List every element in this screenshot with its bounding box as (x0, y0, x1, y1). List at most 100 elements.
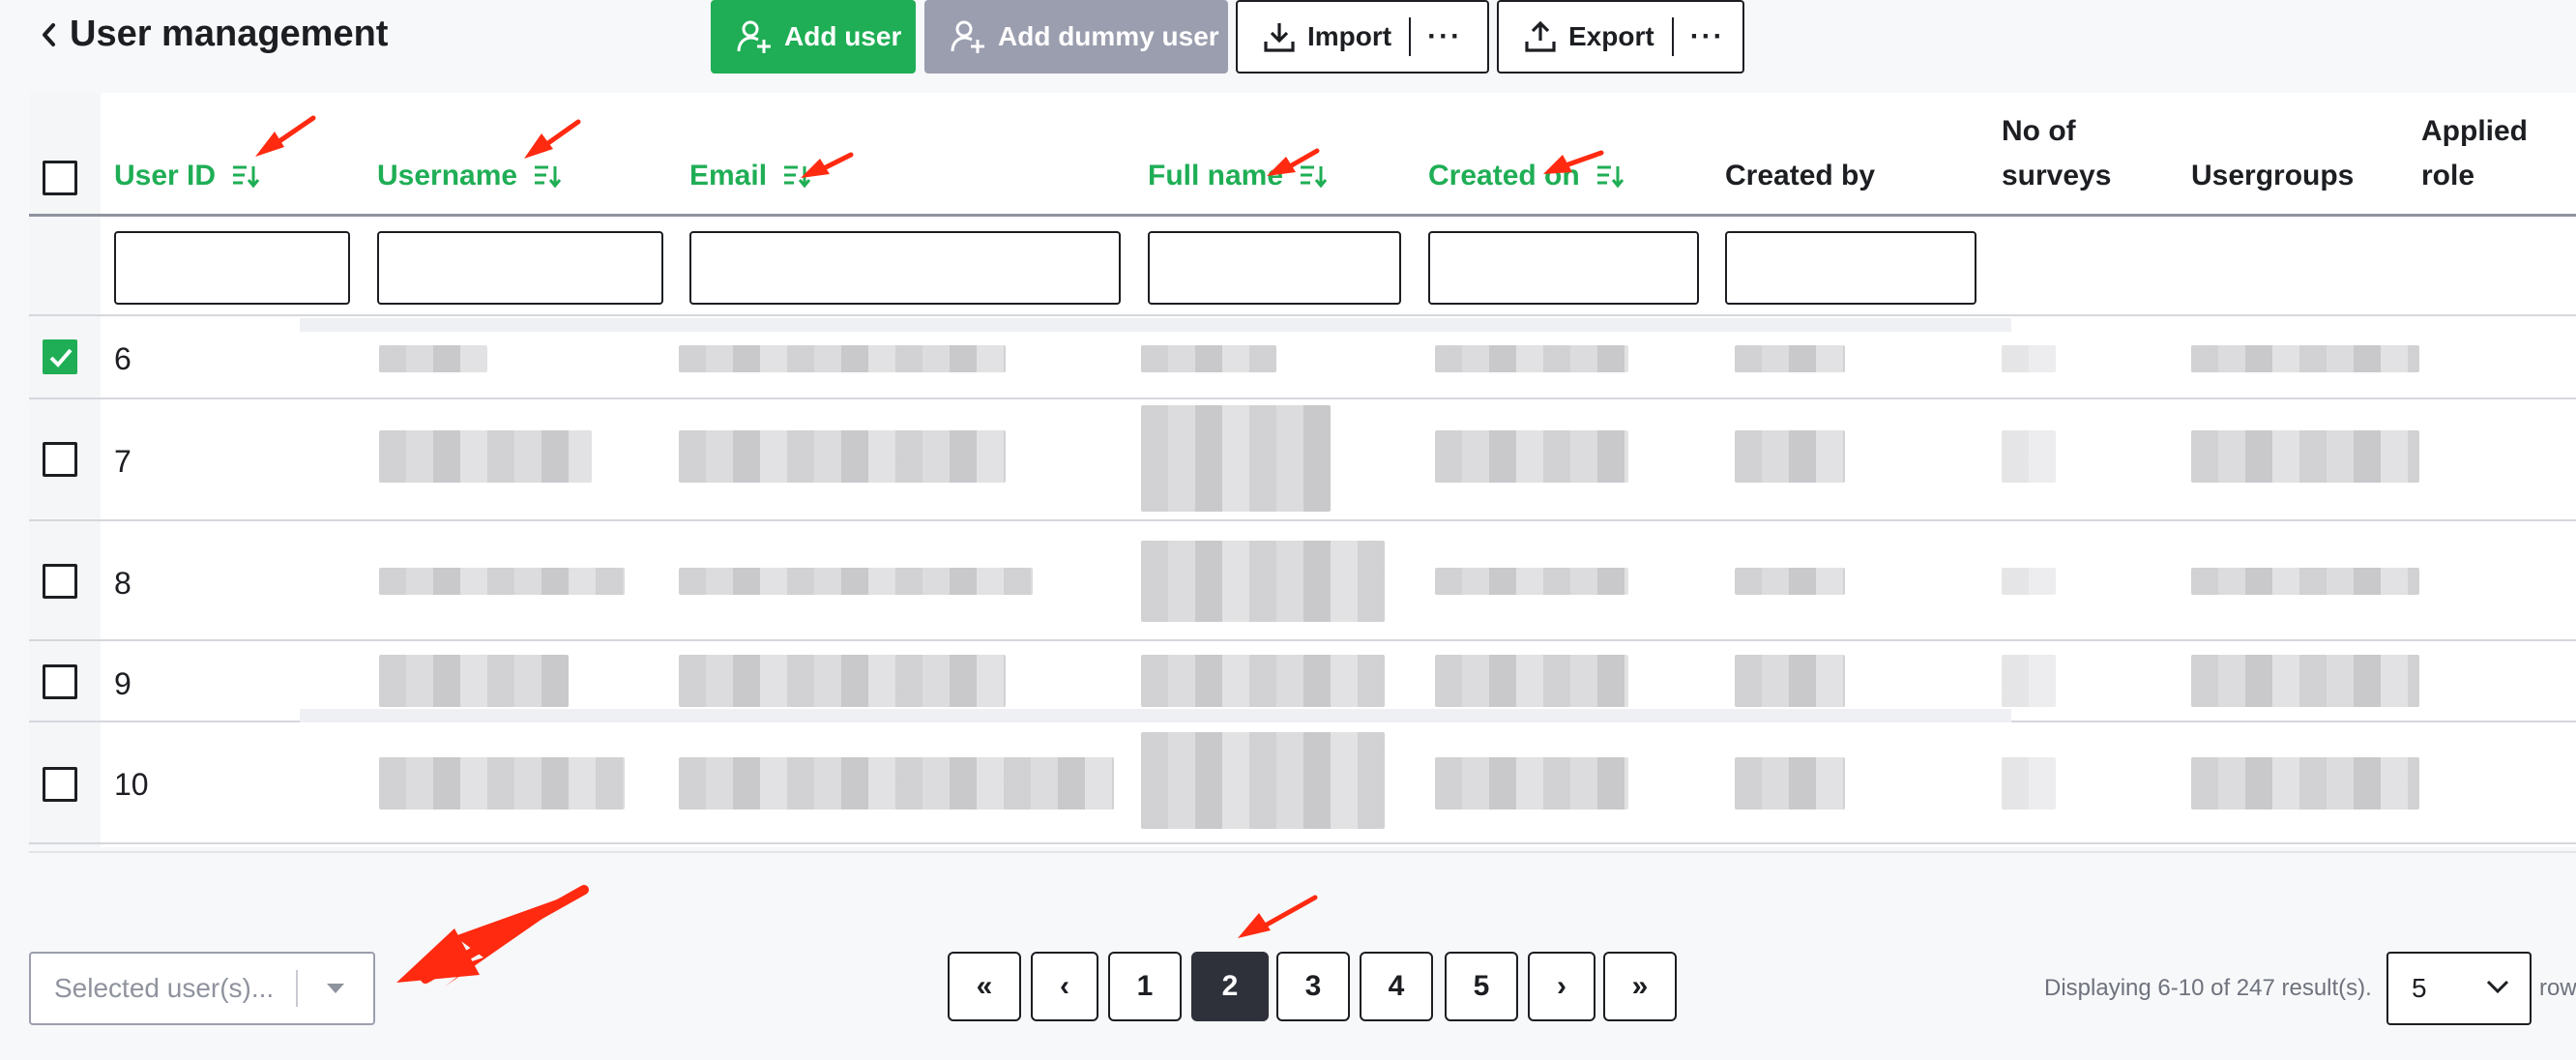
column-header-applied-role: Applied role (2421, 115, 2528, 191)
sort-icon (1301, 165, 1328, 189)
add-dummy-user-button[interactable]: Add dummy user (924, 0, 1228, 74)
row-checkbox[interactable] (43, 564, 77, 599)
add-user-icon (737, 20, 771, 53)
redacted-created-on (1435, 430, 1628, 483)
redacted-email (679, 568, 1033, 595)
redacted-username (379, 655, 569, 707)
redacted-no-of-surveys (2002, 568, 2056, 595)
filter-input-full-name[interactable] (1148, 231, 1401, 305)
redacted-usergroups (2191, 568, 2419, 595)
row-checkbox[interactable] (43, 664, 77, 699)
filter-row (29, 220, 2576, 316)
last-page-button[interactable]: » (1603, 952, 1677, 1021)
prev-page-button[interactable]: ‹ (1031, 952, 1098, 1021)
column-header-email[interactable]: Email (689, 154, 811, 198)
filter-input-user-id[interactable] (114, 231, 350, 305)
export-more-button[interactable]: ··· (1674, 2, 1742, 72)
caret-down-icon (298, 982, 373, 995)
export-button[interactable]: Export (1499, 2, 1654, 72)
page-4-button[interactable]: 4 (1360, 952, 1433, 1021)
redacted-full-name (1141, 732, 1385, 829)
redacted-no-of-surveys (2002, 757, 2056, 810)
redacted-username (379, 568, 625, 595)
filter-input-created-by[interactable] (1725, 231, 1976, 305)
table-row[interactable]: 6 (29, 318, 2576, 399)
table-row[interactable]: 7 (29, 399, 2576, 521)
sort-icon (535, 165, 562, 189)
page-1-button[interactable]: 1 (1108, 952, 1182, 1021)
redacted-created-on (1435, 757, 1628, 810)
redacted-username (379, 757, 625, 810)
redacted-email (679, 757, 1114, 810)
column-header-created-on[interactable]: Created on (1428, 154, 1625, 198)
column-header-username[interactable]: Username (377, 154, 562, 198)
page-2-button[interactable]: 2 (1191, 952, 1269, 1021)
redacted-created-by (1735, 430, 1845, 483)
export-button-group: Export ··· (1497, 0, 1744, 74)
rows-per-page-select[interactable]: 5 (2386, 952, 2532, 1025)
cell-user-id: 10 (114, 767, 149, 802)
cell-user-id: 7 (114, 444, 132, 479)
table-footer-strip (29, 851, 2576, 903)
filter-input-email[interactable] (689, 231, 1121, 305)
checkmark-icon (49, 348, 73, 368)
table-row[interactable]: 10 (29, 722, 2576, 844)
upload-icon (1525, 20, 1556, 52)
table-row[interactable]: 9 (29, 641, 2576, 722)
column-header-no-of-surveys: No of surveys (2002, 115, 2112, 191)
chevron-down-icon (2485, 979, 2510, 999)
redacted-full-name (1141, 345, 1276, 372)
row-checkbox[interactable] (43, 767, 77, 802)
redacted-band (300, 318, 2011, 332)
users-table: User ID Username Email Full name Created… (29, 93, 2576, 847)
redacted-created-on (1435, 345, 1628, 372)
filter-input-created-on[interactable] (1428, 231, 1699, 305)
import-label: Import (1307, 21, 1392, 51)
redacted-created-on (1435, 655, 1628, 707)
first-page-button[interactable]: « (948, 952, 1021, 1021)
redacted-full-name (1141, 541, 1385, 622)
redacted-created-on (1435, 568, 1628, 595)
row-checkbox[interactable] (43, 339, 77, 374)
redacted-band (300, 709, 2011, 722)
column-header-user-id[interactable]: User ID (114, 154, 260, 198)
cell-user-id: 6 (114, 341, 132, 376)
page-3-button[interactable]: 3 (1276, 952, 1350, 1021)
import-button[interactable]: Import (1238, 2, 1391, 72)
next-page-button[interactable]: › (1528, 952, 1595, 1021)
redacted-email (679, 345, 1006, 372)
redacted-no-of-surveys (2002, 345, 2056, 372)
filter-input-username[interactable] (377, 231, 663, 305)
bulk-action-select[interactable]: Selected user(s)... (29, 952, 375, 1025)
import-button-group: Import ··· (1236, 0, 1489, 74)
column-header-usergroups: Usergroups (2191, 160, 2355, 191)
redacted-usergroups (2191, 655, 2419, 707)
rows-per-page-value: 5 (2412, 973, 2427, 1003)
table-row[interactable]: 8 (29, 521, 2576, 641)
select-all-checkbox[interactable] (43, 161, 77, 195)
back-link[interactable]: User management (39, 14, 388, 55)
sort-icon (233, 165, 260, 189)
download-icon (1264, 23, 1295, 52)
cell-user-id: 8 (114, 566, 132, 601)
sort-icon (1596, 165, 1624, 189)
page-5-button[interactable]: 5 (1445, 952, 1518, 1021)
redacted-no-of-surveys (2002, 430, 2056, 483)
add-dummy-user-label: Add dummy user (998, 21, 1219, 51)
redacted-email (679, 655, 1006, 707)
redacted-no-of-surveys (2002, 655, 2056, 707)
row-checkbox[interactable] (43, 442, 77, 477)
column-header-full-name[interactable]: Full name (1148, 154, 1328, 198)
column-header-created-by: Created by (1725, 160, 1876, 191)
redacted-created-by (1735, 345, 1845, 372)
bulk-action-placeholder: Selected user(s)... (54, 973, 275, 1003)
results-summary: Displaying 6-10 of 247 result(s). (2044, 975, 2372, 1001)
import-more-button[interactable]: ··· (1411, 2, 1478, 72)
add-user-icon (951, 20, 984, 53)
redacted-usergroups (2191, 430, 2419, 483)
redacted-usergroups (2191, 757, 2419, 810)
export-label: Export (1568, 21, 1654, 51)
add-user-button[interactable]: Add user (711, 0, 916, 74)
page-title: User management (70, 14, 389, 54)
redacted-created-by (1735, 757, 1845, 810)
